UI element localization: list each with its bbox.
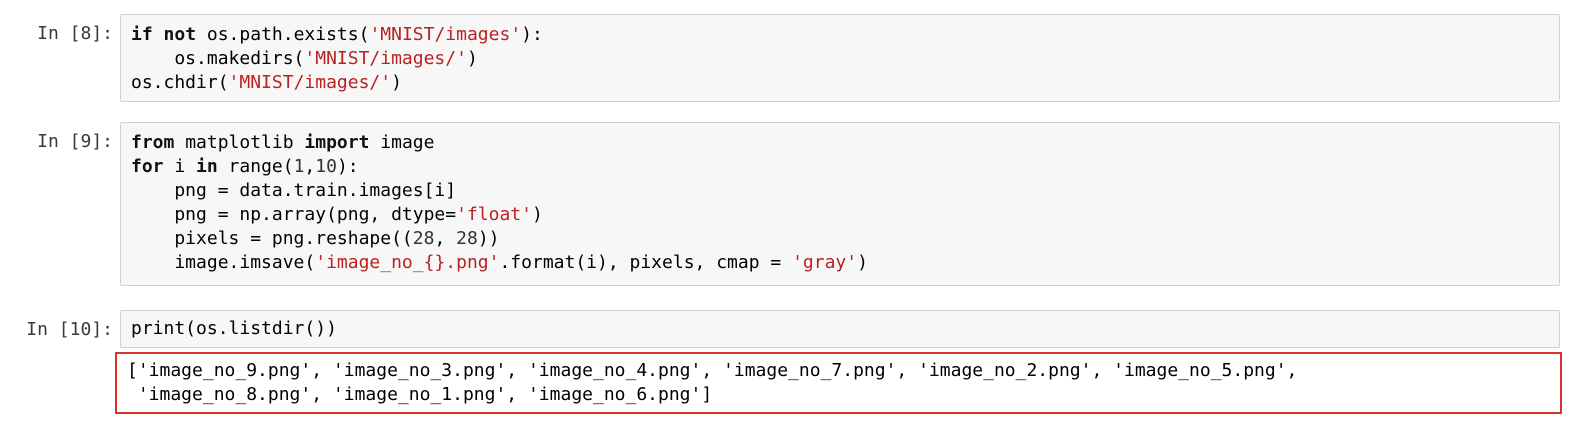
- code-keyword: not: [163, 24, 197, 45]
- code-string: 'MNIST/images/': [228, 72, 392, 93]
- code-text: pixels = png.reshape((: [131, 228, 413, 249]
- code-string: 'MNIST/images': [369, 24, 522, 45]
- code-text: print(os.listdir()): [131, 318, 337, 339]
- code-text: image.imsave(: [131, 252, 316, 273]
- code-line: for i in range(1,10):: [131, 155, 1549, 179]
- code-line: if not os.path.exists('MNIST/images'):: [131, 23, 1549, 47]
- code-text: os.makedirs(: [131, 48, 305, 69]
- code-number: 10: [315, 156, 337, 177]
- code-line: png = data.train.images[i]: [131, 179, 1549, 203]
- input-prompt: In [10]:: [26, 319, 113, 340]
- output-text-line: ['image_no_9.png', 'image_no_3.png', 'im…: [127, 360, 1298, 381]
- code-text: ): [391, 72, 402, 93]
- code-input-area[interactable]: if not os.path.exists('MNIST/images'): o…: [120, 14, 1560, 102]
- code-line: print(os.listdir()): [131, 317, 1549, 341]
- code-text: ):: [521, 24, 543, 45]
- code-text: i: [163, 156, 197, 177]
- code-string: 'gray': [792, 252, 858, 273]
- code-text: range(: [217, 156, 294, 177]
- code-keyword: from: [131, 132, 175, 153]
- code-input-area[interactable]: print(os.listdir()): [120, 310, 1560, 348]
- code-text: png = np.array(png, dtype=: [131, 204, 457, 225]
- code-keyword: for: [131, 156, 164, 177]
- code-line: image.imsave('image_no_{}.png'.format(i)…: [131, 251, 1549, 275]
- code-line: png = np.array(png, dtype='float'): [131, 203, 1549, 227]
- input-prompt: In [8]:: [37, 23, 113, 44]
- code-number: 28: [412, 228, 435, 249]
- code-string: 'image_no_{}.png': [315, 252, 500, 273]
- code-text: )): [477, 228, 500, 249]
- code-string: 'MNIST/images/': [304, 48, 467, 69]
- code-line: pixels = png.reshape((28, 28)): [131, 227, 1549, 251]
- code-text: ): [531, 204, 543, 225]
- code-number: 1: [293, 156, 305, 177]
- code-string: 'float': [456, 204, 532, 225]
- output-text-line: 'image_no_8.png', 'image_no_1.png', 'ima…: [127, 384, 713, 405]
- code-input-area[interactable]: from matplotlib import image for i in ra…: [120, 122, 1560, 286]
- code-text: matplotlib: [174, 132, 305, 153]
- code-keyword: if: [131, 24, 153, 45]
- code-line: os.makedirs('MNIST/images/'): [131, 47, 1549, 71]
- code-text: image: [369, 132, 435, 153]
- cell-output-area: ['image_no_9.png', 'image_no_3.png', 'im…: [115, 352, 1562, 414]
- code-text: ): [857, 252, 868, 273]
- code-text: ,: [434, 228, 457, 249]
- code-text: png = data.train.images[i]: [131, 180, 457, 201]
- code-line: from matplotlib import image: [131, 131, 1549, 155]
- code-number: 28: [456, 228, 478, 249]
- code-text: .format(i), pixels, cmap =: [499, 252, 793, 273]
- code-text: os.path.exists(: [196, 24, 370, 45]
- code-text: os.chdir(: [131, 72, 229, 93]
- code-line: os.chdir('MNIST/images/'): [131, 71, 1549, 95]
- code-text: ,: [304, 156, 316, 177]
- code-text: ): [466, 48, 478, 69]
- code-text: ):: [336, 156, 359, 177]
- input-prompt: In [9]:: [37, 131, 113, 152]
- code-keyword: in: [196, 156, 218, 177]
- code-keyword: import: [304, 132, 370, 153]
